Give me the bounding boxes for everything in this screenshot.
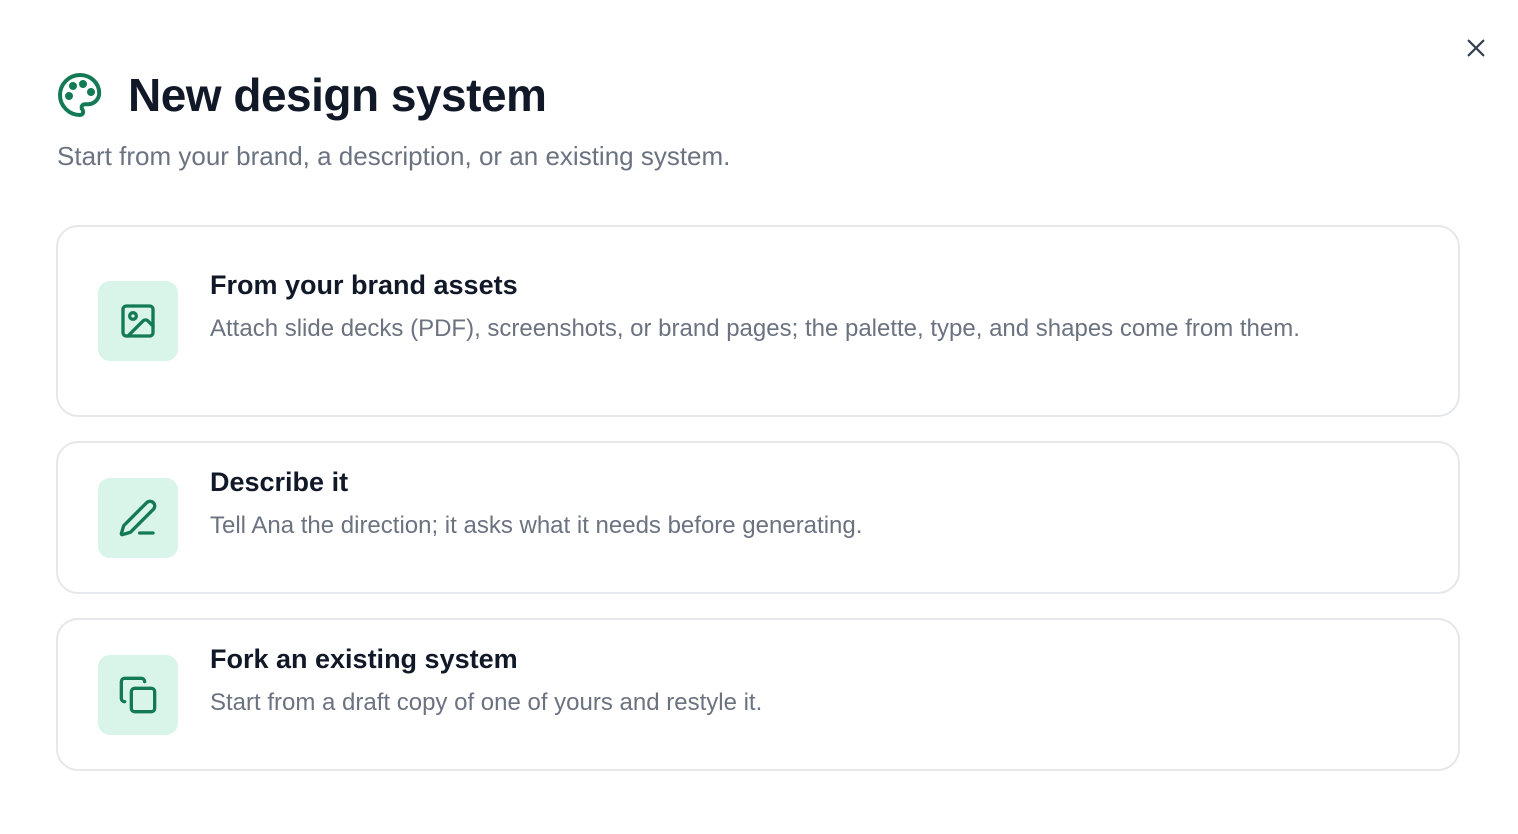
option-icon-tile — [98, 478, 178, 558]
option-description: Start from a draft copy of one of yours … — [210, 689, 763, 716]
close-icon — [1467, 39, 1485, 57]
option-text: From your brand assets Attach slide deck… — [210, 265, 1418, 348]
option-title: Describe it — [210, 467, 349, 497]
option-fork-existing[interactable]: Fork an existing system Start from a dra… — [56, 618, 1460, 771]
option-description: Tell Ana the direction; it asks what it … — [210, 512, 863, 539]
dialog-header: New design system — [56, 66, 547, 124]
close-button[interactable] — [1462, 34, 1490, 62]
image-icon — [121, 304, 155, 338]
option-brand-assets[interactable]: From your brand assets Attach slide deck… — [56, 225, 1460, 417]
option-describe-it[interactable]: Describe it Tell Ana the direction; it a… — [56, 441, 1460, 594]
new-design-system-dialog: New design system Start from your brand,… — [0, 0, 1518, 834]
dialog-title: New design system — [128, 69, 547, 121]
dialog-subtitle: Start from your brand, a description, or… — [57, 141, 731, 171]
option-icon-tile — [98, 281, 178, 361]
copy-icon — [119, 676, 157, 714]
option-title: From your brand assets — [210, 270, 518, 300]
palette-icon — [56, 71, 104, 119]
option-icon-tile — [98, 655, 178, 735]
pencil-icon — [119, 499, 157, 537]
option-text: Fork an existing system Start from a dra… — [210, 639, 1418, 722]
options-list: From your brand assets Attach slide deck… — [56, 225, 1460, 795]
option-text: Describe it Tell Ana the direction; it a… — [210, 462, 1418, 545]
option-description: Attach slide decks (PDF), screenshots, o… — [210, 315, 1300, 342]
option-title: Fork an existing system — [210, 644, 518, 674]
